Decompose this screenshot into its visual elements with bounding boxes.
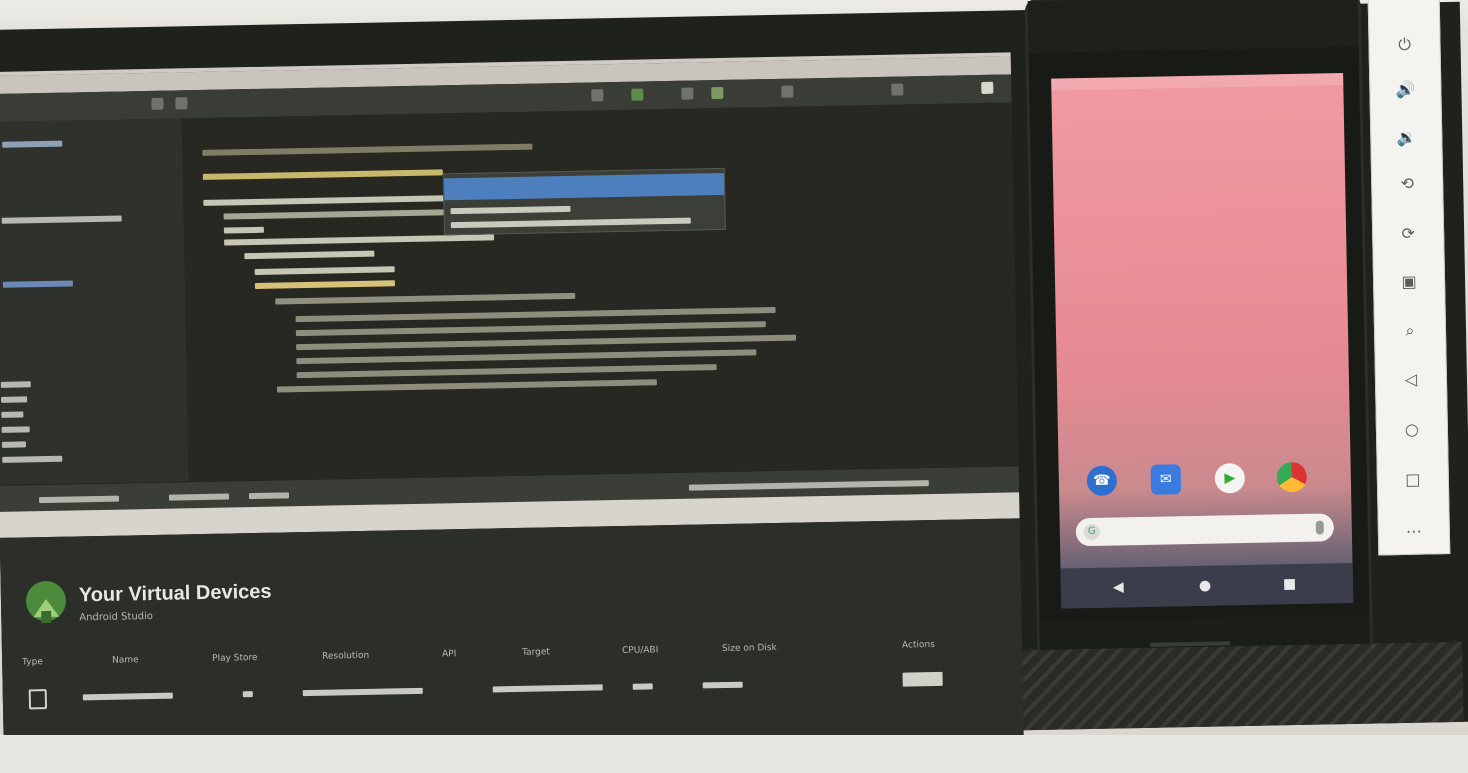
- avd-subtitle: Android Studio: [79, 610, 154, 624]
- mic-icon[interactable]: [1315, 520, 1324, 535]
- tree-item[interactable]: [1, 396, 28, 403]
- tree-item[interactable]: [2, 280, 73, 288]
- more-icon[interactable]: …: [1401, 514, 1427, 540]
- tree-item[interactable]: [1, 441, 27, 448]
- project-header[interactable]: [2, 140, 63, 148]
- monitor-screen: Your Virtual Devices Android Studio Type…: [0, 0, 1468, 758]
- avd-title: Your Virtual Devices: [78, 580, 272, 607]
- android-studio-logo-icon: [25, 581, 66, 624]
- tree-item[interactable]: [1, 411, 24, 418]
- phone-icon: [28, 689, 48, 710]
- desk-surface-bottom: [0, 735, 1468, 773]
- autocomplete-selected-item[interactable]: [443, 172, 725, 201]
- overview-icon[interactable]: □: [1400, 466, 1426, 492]
- back-icon[interactable]: ◀: [1113, 579, 1124, 595]
- avd-table-header: Type Name Play Store Resolution API Targ…: [22, 639, 982, 673]
- status-item[interactable]: [248, 492, 290, 500]
- volume-down-icon[interactable]: 🔉: [1393, 124, 1419, 150]
- back-icon[interactable]: ◁: [1398, 366, 1424, 392]
- toolbar-button[interactable]: [681, 87, 694, 100]
- keyboard-area: [1022, 641, 1464, 731]
- recents-icon[interactable]: ■: [1283, 576, 1297, 592]
- play-store-icon[interactable]: ▶: [1214, 462, 1246, 494]
- avd-manager-window: Your Virtual Devices Android Studio Type…: [0, 518, 1024, 758]
- phone-nav-bar: ◀ ● ■: [1060, 562, 1354, 609]
- app-dock: ☎ ✉ ▶: [1079, 461, 1332, 498]
- android-emulator: ☎ ✉ ▶ G ◀ ● ■: [1024, 0, 1374, 695]
- status-item[interactable]: [168, 493, 230, 501]
- phone-status-bar: [1051, 73, 1344, 91]
- ide-window: [0, 52, 1020, 516]
- chrome-icon[interactable]: [1276, 461, 1308, 493]
- run-icon[interactable]: [631, 88, 644, 101]
- toolbar-button[interactable]: [891, 83, 904, 96]
- toolbar-button[interactable]: [175, 97, 188, 110]
- phone-home-screen[interactable]: ☎ ✉ ▶ G ◀ ● ■: [1051, 73, 1354, 609]
- avd-manager-icon[interactable]: [711, 86, 724, 100]
- toolbar-button[interactable]: [151, 97, 164, 110]
- column-target[interactable]: Target: [522, 647, 550, 658]
- project-panel: [0, 118, 190, 486]
- toolbar-button[interactable]: [781, 85, 794, 98]
- table-row[interactable]: [23, 669, 983, 711]
- toolbar-button[interactable]: [591, 89, 604, 102]
- status-item: [688, 480, 929, 491]
- home-icon[interactable]: ●: [1199, 578, 1212, 594]
- emulator-titlebar: [1027, 0, 1359, 54]
- column-cpu-abi[interactable]: CPU/ABI: [622, 645, 659, 656]
- messages-icon[interactable]: ✉: [1150, 464, 1182, 495]
- code-editor[interactable]: [181, 102, 1019, 483]
- volume-up-icon[interactable]: 🔊: [1392, 76, 1418, 102]
- tree-item[interactable]: [1, 215, 122, 224]
- status-item[interactable]: [38, 495, 120, 504]
- column-resolution[interactable]: Resolution: [322, 651, 369, 662]
- home-icon[interactable]: ○: [1399, 416, 1425, 442]
- rotate-left-icon[interactable]: ⟲: [1394, 170, 1420, 196]
- column-api[interactable]: API: [442, 649, 456, 659]
- tree-item[interactable]: [0, 381, 31, 388]
- tree-item[interactable]: [2, 455, 63, 463]
- phone-icon[interactable]: ☎: [1086, 465, 1118, 497]
- column-type[interactable]: Type: [22, 657, 43, 667]
- row-actions[interactable]: [902, 671, 943, 687]
- column-name[interactable]: Name: [112, 655, 139, 666]
- window-maximize-icon[interactable]: [981, 81, 994, 94]
- column-play-store[interactable]: Play Store: [212, 653, 258, 664]
- camera-icon[interactable]: ▣: [1396, 268, 1422, 294]
- column-size-on-disk[interactable]: Size on Disk: [722, 643, 777, 654]
- emulator-side-toolbar: ⏻ 🔊 🔉 ⟲ ⟳ ▣ ⌕ ◁ ○ □ …: [1367, 0, 1451, 556]
- google-icon: G: [1083, 523, 1100, 541]
- zoom-icon[interactable]: ⌕: [1397, 318, 1423, 344]
- tree-item[interactable]: [1, 426, 30, 433]
- rotate-right-icon[interactable]: ⟳: [1395, 220, 1421, 246]
- power-icon[interactable]: ⏻: [1391, 32, 1417, 58]
- google-search-bar[interactable]: G: [1075, 513, 1335, 547]
- autocomplete-popup[interactable]: [442, 167, 726, 236]
- column-actions[interactable]: Actions: [902, 640, 935, 651]
